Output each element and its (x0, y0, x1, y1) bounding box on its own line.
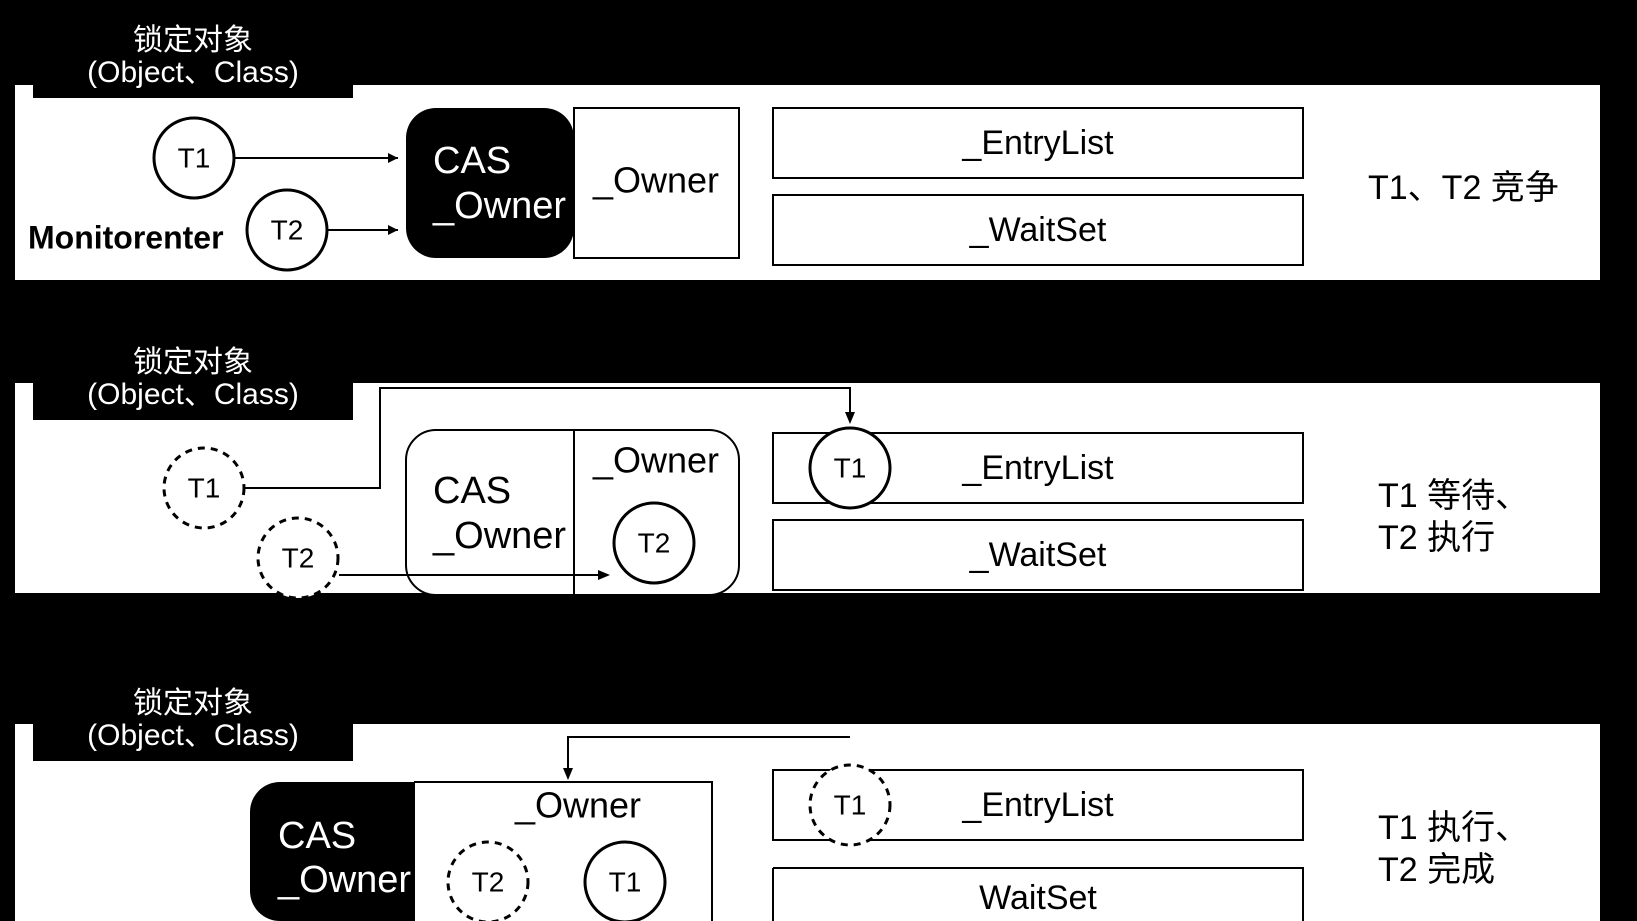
row1-cas-box (406, 108, 574, 258)
row1-entrylist-label: _EntryList (961, 124, 1114, 162)
row2-caption-b: T2 执行 (1378, 519, 1495, 557)
row1-t2-label: T2 (271, 214, 304, 245)
row3-header-zh: 锁定对象 (133, 687, 253, 720)
row3-caption-b: T2 完成 (1378, 851, 1495, 889)
row1-cas-l2: _Owner (432, 185, 566, 227)
row1-t1-label: T1 (178, 142, 211, 173)
row2-owner-label: _Owner (592, 440, 719, 481)
row2-t1-label: T1 (188, 472, 221, 503)
row1-cas-l1: CAS (433, 140, 511, 182)
row2-cas-l1: CAS (433, 470, 511, 512)
row1-waitset-label: _WaitSet (969, 211, 1107, 249)
row3-entrylist-label: _EntryList (961, 786, 1114, 824)
row2-entrylist-t1-label: T1 (834, 452, 867, 483)
row1-header-zh: 锁定对象 (133, 24, 253, 57)
row3-cas-l2: _Owner (277, 859, 411, 901)
row3-header-en: (Object、Class) (87, 719, 299, 752)
row3-owner-t1-label: T1 (609, 866, 642, 897)
row3-owner-t2-label: T2 (472, 866, 505, 897)
row3-cas-l1: CAS (278, 815, 356, 857)
row3-caption-a: T1 执行、 (1378, 809, 1529, 847)
row2-header-en: (Object、Class) (87, 378, 299, 411)
row2-waitset-label: _WaitSet (969, 536, 1107, 574)
row2-owner-t2-label: T2 (638, 527, 671, 558)
row2-entrylist-label: _EntryList (961, 449, 1114, 487)
row3-waitset-label: WaitSet (979, 879, 1097, 917)
row2-header-zh: 锁定对象 (133, 346, 253, 379)
row2-cas-l2: _Owner (432, 515, 566, 557)
row1-header-en: (Object、Class) (87, 56, 299, 89)
row2-caption-a: T1 等待、 (1378, 477, 1529, 515)
row1-caption: T1、T2 竞争 (1368, 169, 1559, 207)
monitor-diagram: 锁定对象 (Object、Class) CAS _Owner _Owner T1… (0, 0, 1637, 921)
row3-owner-label: _Owner (514, 785, 641, 826)
row1-monitorenter: Monitorenter (28, 219, 224, 255)
row2-t2-label: T2 (282, 542, 315, 573)
row3-entrylist-t1-label: T1 (834, 789, 867, 820)
row1-owner-label: _Owner (592, 160, 719, 201)
